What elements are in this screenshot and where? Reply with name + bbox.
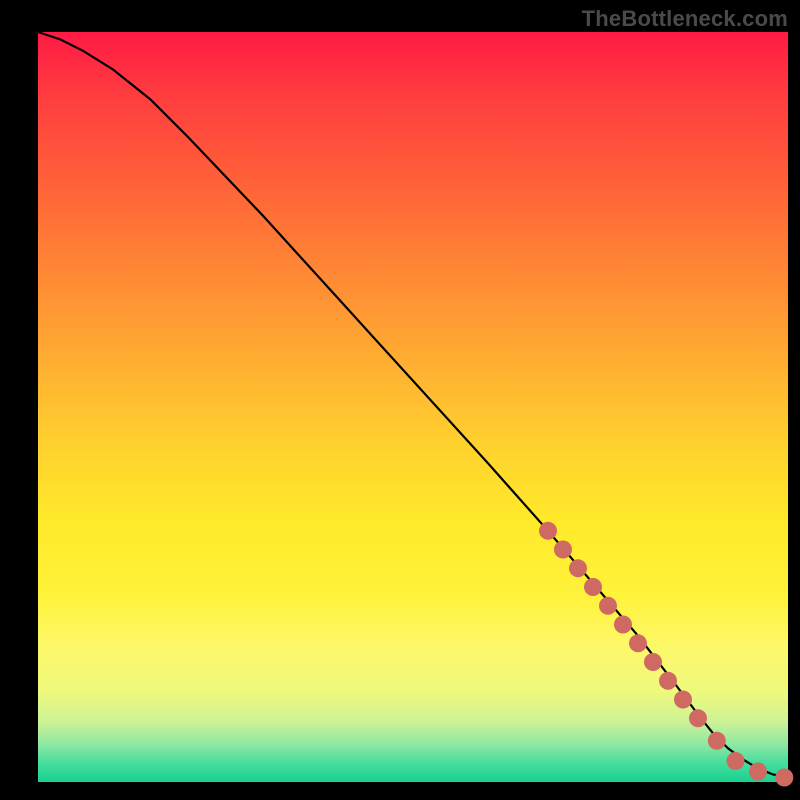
highlight-dot	[708, 732, 726, 750]
highlight-dot	[659, 672, 677, 690]
highlight-dot	[584, 578, 602, 596]
chart-overlay	[38, 32, 788, 782]
highlight-dot	[539, 522, 557, 540]
highlight-dot	[727, 752, 745, 770]
bottleneck-curve	[38, 32, 788, 778]
highlight-dots-group	[539, 522, 793, 787]
highlight-dot	[749, 763, 767, 781]
highlight-dot	[599, 597, 617, 615]
highlight-dot	[554, 541, 572, 559]
highlight-dot	[674, 691, 692, 709]
highlight-dot	[775, 769, 793, 787]
highlight-dot	[569, 559, 587, 577]
watermark-text: TheBottleneck.com	[582, 6, 788, 32]
chart-frame: TheBottleneck.com	[0, 0, 800, 800]
highlight-dot	[629, 634, 647, 652]
highlight-dot	[614, 616, 632, 634]
highlight-dot	[689, 709, 707, 727]
highlight-dot	[644, 653, 662, 671]
